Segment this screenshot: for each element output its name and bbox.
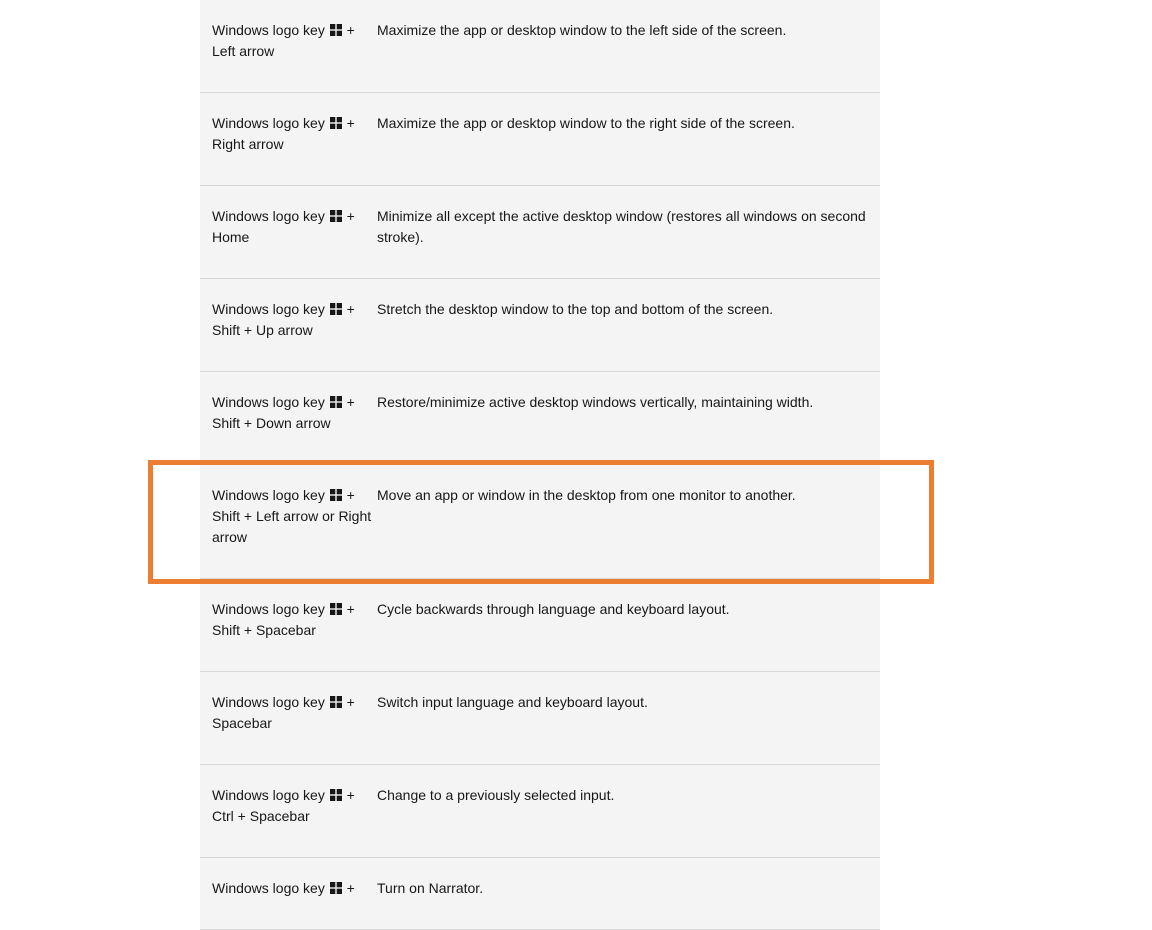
table-row: Windows logo key + Left arrowMaximize th… <box>200 0 880 93</box>
shortcut-description: Minimize all except the active desktop w… <box>377 206 868 248</box>
table-row: Windows logo key + Shift + Up arrowStret… <box>200 279 880 372</box>
shortcut-suffix: + <box>343 880 355 896</box>
shortcut-key: Windows logo key + Spacebar <box>212 692 377 734</box>
windows-logo-icon <box>330 396 342 408</box>
windows-logo-icon <box>330 117 342 129</box>
shortcut-key: Windows logo key + <box>212 878 377 899</box>
shortcut-key: Windows logo key + Right arrow <box>212 113 377 155</box>
table-row: Windows logo key + Right arrowMaximize t… <box>200 93 880 186</box>
shortcut-key: Windows logo key + Shift + Up arrow <box>212 299 377 341</box>
shortcut-key: Windows logo key + Shift + Spacebar <box>212 599 377 641</box>
shortcut-key: Windows logo key + Shift + Left arrow or… <box>212 485 377 548</box>
shortcut-description: Cycle backwards through language and key… <box>377 599 868 620</box>
shortcut-prefix: Windows logo key <box>212 208 329 224</box>
windows-logo-icon <box>330 489 342 501</box>
shortcut-description: Change to a previously selected input. <box>377 785 868 806</box>
shortcut-prefix: Windows logo key <box>212 22 329 38</box>
shortcut-description: Maximize the app or desktop window to th… <box>377 20 868 41</box>
page: Windows logo key + Left arrowMaximize th… <box>0 0 1152 930</box>
shortcut-prefix: Windows logo key <box>212 487 329 503</box>
shortcut-key: Windows logo key + Shift + Down arrow <box>212 392 377 434</box>
table-row: Windows logo key + Shift + Down arrowRes… <box>200 372 880 465</box>
shortcut-prefix: Windows logo key <box>212 880 329 896</box>
windows-logo-icon <box>330 789 342 801</box>
shortcut-description: Stretch the desktop window to the top an… <box>377 299 868 320</box>
shortcut-prefix: Windows logo key <box>212 694 329 710</box>
table-row: Windows logo key + HomeMinimize all exce… <box>200 186 880 279</box>
shortcut-prefix: Windows logo key <box>212 787 329 803</box>
shortcut-key: Windows logo key + Home <box>212 206 377 248</box>
windows-logo-icon <box>330 603 342 615</box>
shortcut-description: Turn on Narrator. <box>377 878 868 899</box>
table-row: Windows logo key + Shift + SpacebarCycle… <box>200 579 880 672</box>
shortcut-description: Move an app or window in the desktop fro… <box>377 485 868 506</box>
shortcut-description: Restore/minimize active desktop windows … <box>377 392 868 413</box>
shortcut-prefix: Windows logo key <box>212 301 329 317</box>
shortcut-key: Windows logo key + Ctrl + Spacebar <box>212 785 377 827</box>
windows-logo-icon <box>330 303 342 315</box>
shortcut-prefix: Windows logo key <box>212 394 329 410</box>
table-row: Windows logo key + SpacebarSwitch input … <box>200 672 880 765</box>
shortcut-prefix: Windows logo key <box>212 115 329 131</box>
shortcut-key: Windows logo key + Left arrow <box>212 20 377 62</box>
table-row: Windows logo key + Turn on Narrator. <box>200 858 880 930</box>
table-row: Windows logo key + Ctrl + SpacebarChange… <box>200 765 880 858</box>
windows-logo-icon <box>330 210 342 222</box>
table-row: Windows logo key + Shift + Left arrow or… <box>200 465 880 579</box>
shortcut-description: Maximize the app or desktop window to th… <box>377 113 868 134</box>
windows-logo-icon <box>330 882 342 894</box>
shortcut-description: Switch input language and keyboard layou… <box>377 692 868 713</box>
shortcut-table: Windows logo key + Left arrowMaximize th… <box>200 0 880 930</box>
windows-logo-icon <box>330 696 342 708</box>
windows-logo-icon <box>330 24 342 36</box>
shortcut-prefix: Windows logo key <box>212 601 329 617</box>
